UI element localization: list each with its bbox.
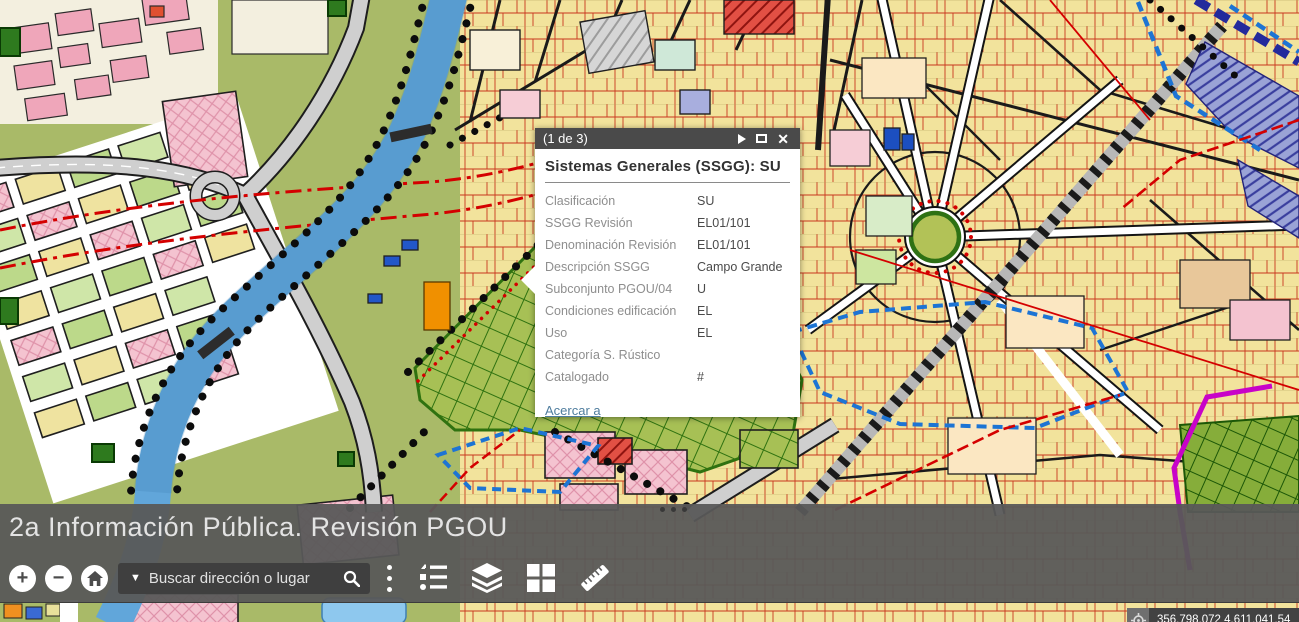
- map-application: (1 de 3) ✕ Sistemas Generales (SSGG): SU…: [0, 0, 1299, 622]
- zoom-out-button[interactable]: −: [45, 565, 72, 592]
- crosshair-icon: [1131, 613, 1146, 622]
- field-row: Condiciones edificación EL: [545, 300, 790, 322]
- zoom-to-link[interactable]: Acercar a: [545, 403, 601, 418]
- legend-button[interactable]: [414, 561, 452, 595]
- search-button[interactable]: [333, 570, 370, 587]
- legend-list-icon: [418, 564, 448, 592]
- coordinate-readout: 356.798.072 4.611.041.54: [1149, 608, 1299, 622]
- measure-button[interactable]: [576, 561, 614, 595]
- popup-header: (1 de 3) ✕: [535, 128, 800, 149]
- home-icon: [87, 571, 103, 586]
- popup-next-button[interactable]: [733, 128, 751, 149]
- play-arrow-icon: [738, 134, 746, 144]
- locate-coordinates-button[interactable]: [1127, 608, 1149, 622]
- field-row: SSGG Revisión EL01/101: [545, 212, 790, 234]
- popup-body: Sistemas Generales (SSGG): SU Clasificac…: [535, 149, 800, 420]
- search-source-dropdown[interactable]: ▼: [118, 572, 149, 584]
- layers-button[interactable]: [468, 561, 506, 595]
- close-icon: ✕: [777, 132, 789, 146]
- maximize-icon: [756, 134, 767, 143]
- ruler-icon: [578, 563, 612, 593]
- layers-icon: [470, 563, 504, 593]
- app-title: 2a Información Pública. Revisión PGOU: [9, 512, 508, 543]
- more-tools-button[interactable]: [380, 565, 398, 592]
- field-row: Clasificación SU: [545, 190, 790, 212]
- field-row: Uso EL: [545, 322, 790, 344]
- search-input[interactable]: [149, 570, 333, 587]
- zoom-in-button[interactable]: +: [9, 565, 36, 592]
- popup-maximize-button[interactable]: [751, 128, 772, 149]
- feature-popup: (1 de 3) ✕ Sistemas Generales (SSGG): SU…: [535, 128, 800, 417]
- field-row: Descripción SSGG Campo Grande: [545, 256, 790, 278]
- search-icon: [343, 570, 360, 587]
- field-row: Subconjunto PGOU/04 U: [545, 278, 790, 300]
- bar-drag-handle[interactable]: [660, 507, 687, 512]
- popup-callout-arrow: [521, 266, 535, 294]
- popup-close-button[interactable]: ✕: [772, 128, 794, 149]
- minus-icon: −: [53, 566, 65, 591]
- field-row: Denominación Revisión EL01/101: [545, 234, 790, 256]
- toolbar: + − ▼: [0, 554, 614, 602]
- home-button[interactable]: [81, 565, 108, 592]
- search-widget: ▼: [118, 563, 370, 594]
- popup-fields: Clasificación SU SSGG Revisión EL01/101 …: [545, 190, 790, 388]
- basemap-grid-icon: [527, 564, 555, 592]
- chevron-down-icon: ▼: [130, 572, 141, 584]
- coordinate-widget: 356.798.072 4.611.041.54: [1127, 608, 1299, 622]
- popup-pager: (1 de 3): [543, 131, 588, 146]
- plus-icon: +: [17, 566, 29, 591]
- basemap-gallery-button[interactable]: [522, 561, 560, 595]
- field-row: Catalogado #: [545, 366, 790, 388]
- popup-title: Sistemas Generales (SSGG): SU: [545, 158, 790, 175]
- field-row: Categoría S. Rústico: [545, 344, 790, 366]
- bottom-bar: 2a Información Pública. Revisión PGOU + …: [0, 504, 1299, 603]
